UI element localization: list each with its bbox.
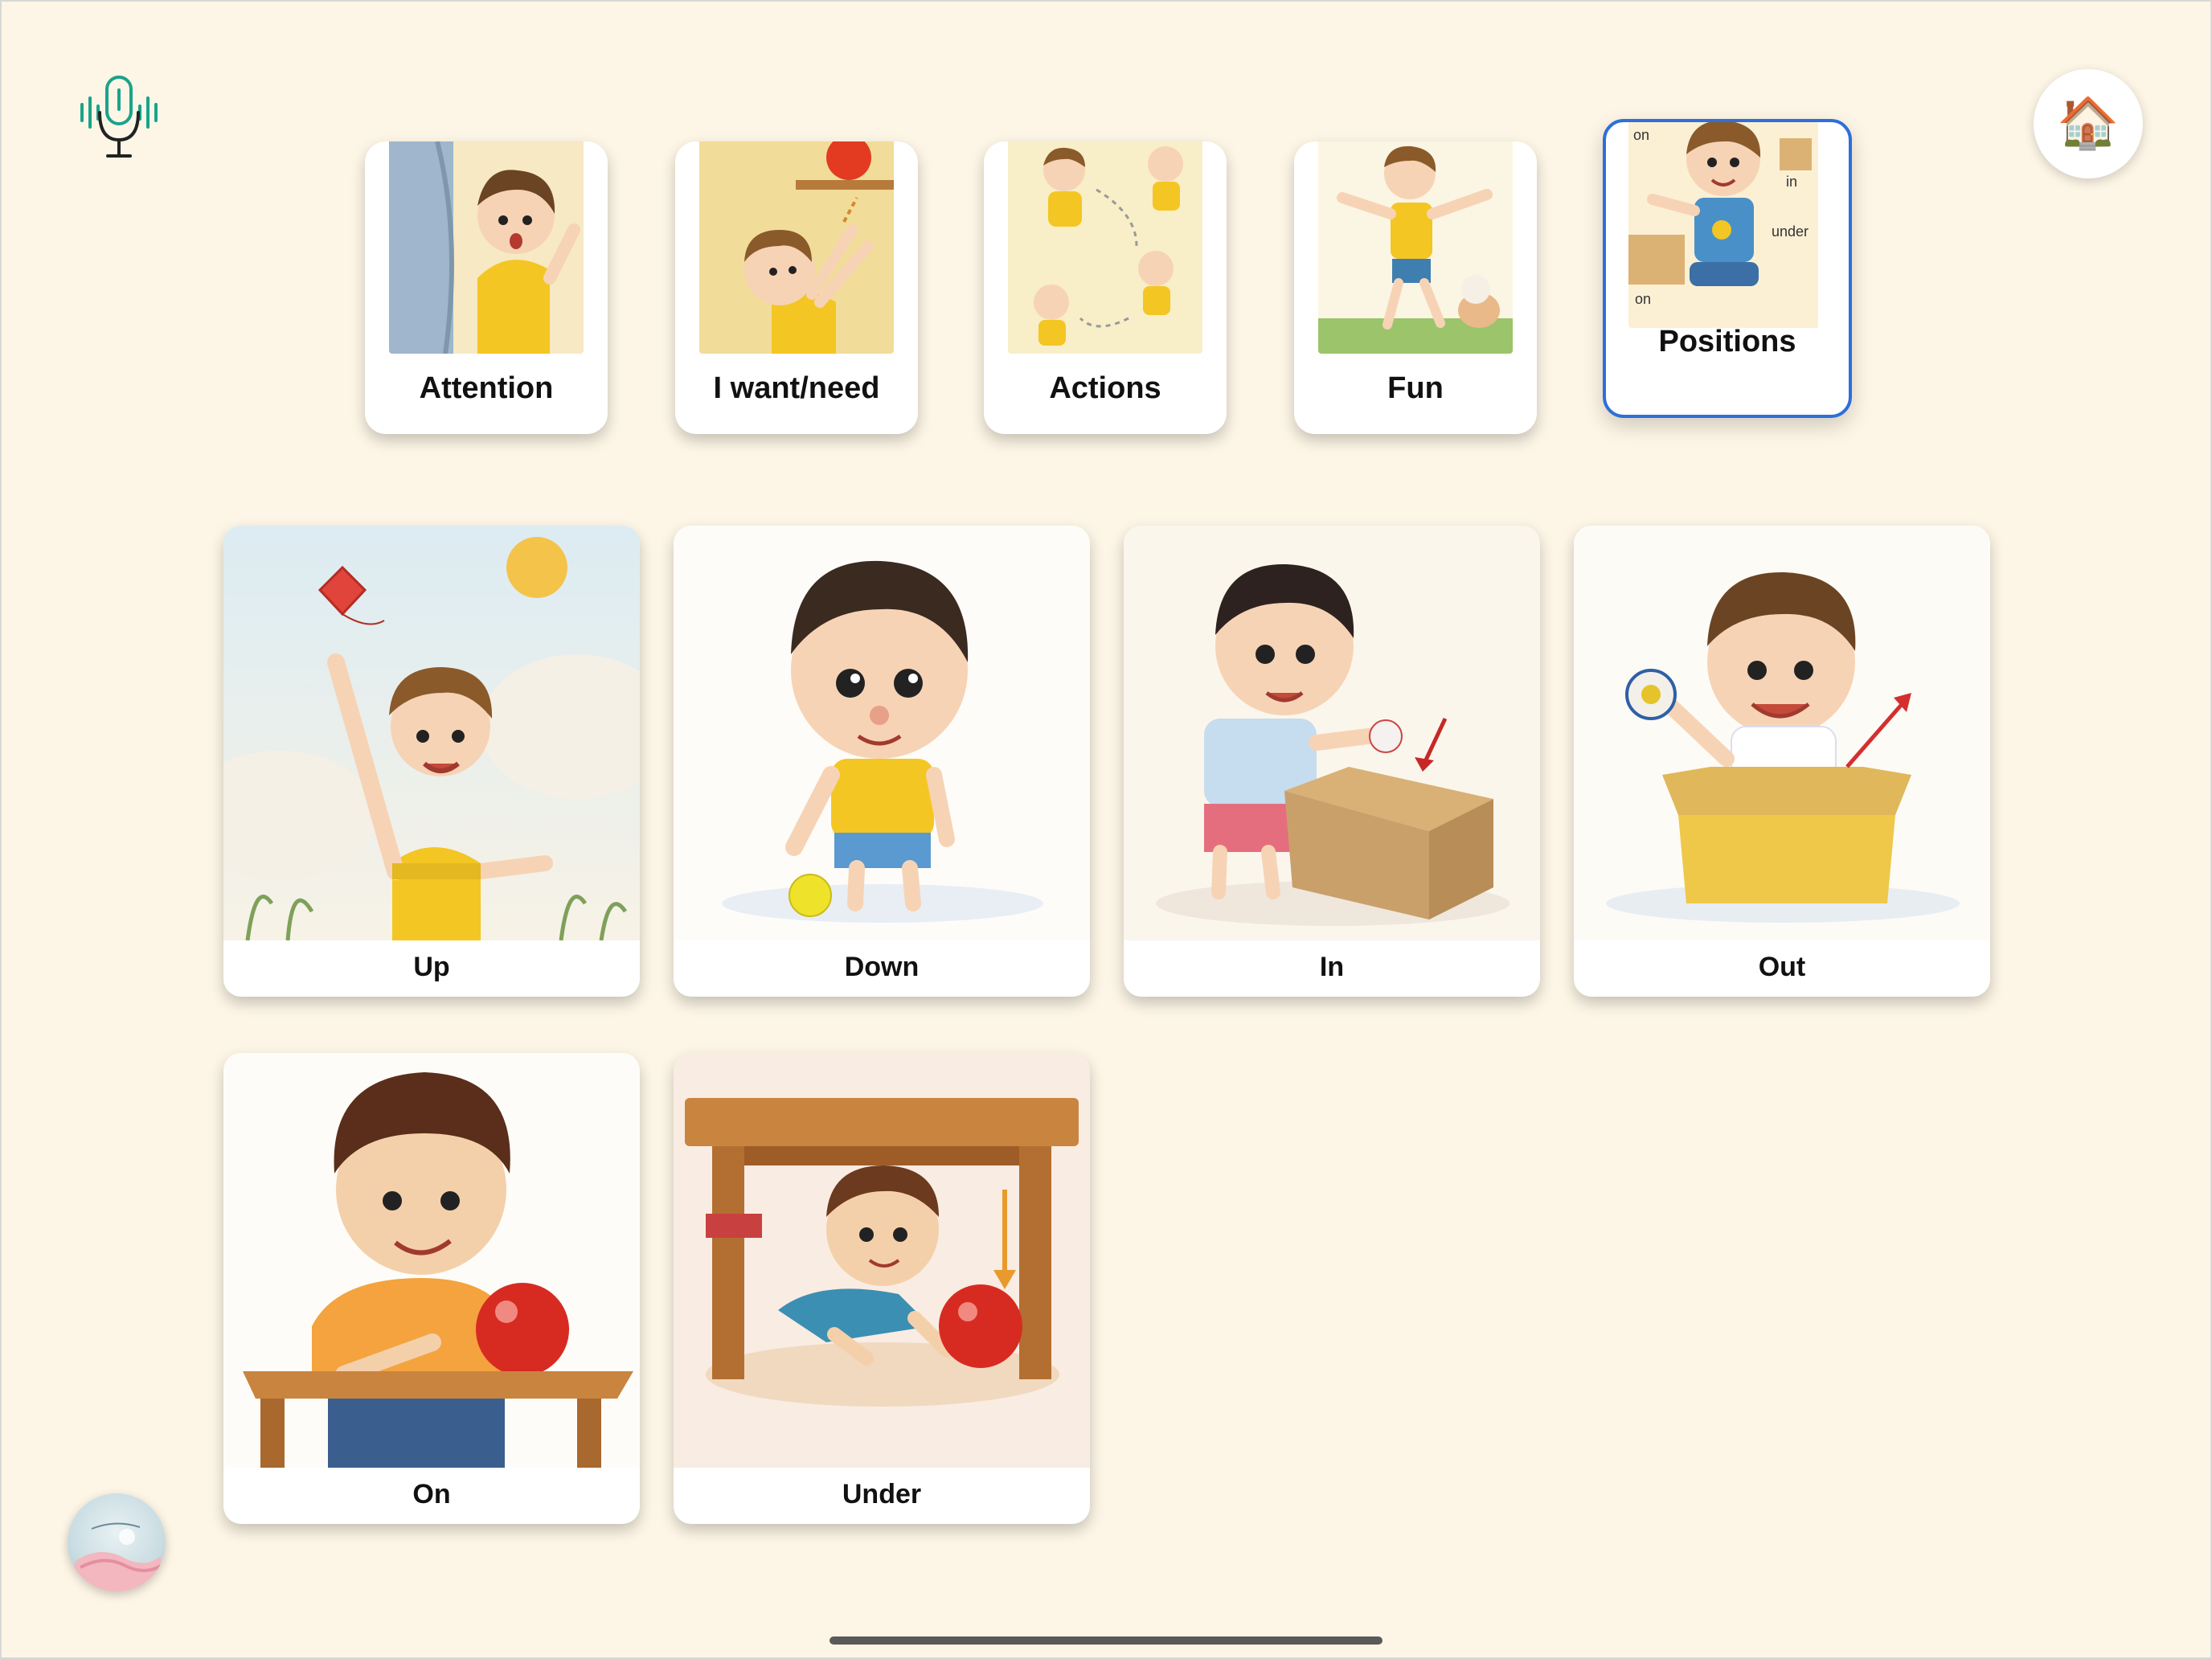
category-label: I want/need xyxy=(713,371,880,405)
word-label: Out xyxy=(1758,952,1806,982)
home-icon: 🏠 xyxy=(2057,96,2120,151)
positions-image-text: on xyxy=(1635,291,1651,307)
under-illustration xyxy=(674,1053,1090,1468)
category-label: Fun xyxy=(1387,371,1444,405)
category-label: Actions xyxy=(1049,371,1161,405)
category-actions[interactable]: Actions xyxy=(984,141,1227,434)
on-illustration xyxy=(223,1053,640,1468)
category-i-want-need[interactable]: I want/need xyxy=(675,141,918,434)
attention-illustration xyxy=(389,141,584,354)
app-logo[interactable] xyxy=(68,1493,166,1591)
word-card-under[interactable]: Under xyxy=(674,1053,1090,1524)
down-illustration xyxy=(674,526,1090,940)
category-positions[interactable]: on in under on Positions xyxy=(1603,119,1852,418)
positions-image-text: in xyxy=(1786,174,1797,190)
in-illustration xyxy=(1124,526,1540,940)
logo-icon xyxy=(68,1522,162,1591)
up-illustration xyxy=(223,526,640,940)
microphone-icon xyxy=(80,76,158,158)
home-indicator xyxy=(830,1636,1382,1645)
category-label: Positions xyxy=(1658,325,1796,358)
positions-illustration: on in under on xyxy=(1628,122,1823,328)
category-label: Attention xyxy=(419,371,554,405)
word-card-out[interactable]: Out xyxy=(1574,526,1990,997)
word-label: Down xyxy=(844,952,920,982)
word-card-down[interactable]: Down xyxy=(674,526,1090,997)
word-card-on[interactable]: On xyxy=(223,1053,640,1524)
positions-image-text: on xyxy=(1633,127,1649,143)
category-attention[interactable]: Attention xyxy=(365,141,608,434)
positions-image-text: under xyxy=(1772,223,1809,240)
word-label: Under xyxy=(842,1479,922,1509)
category-fun[interactable]: Fun xyxy=(1294,141,1537,434)
microphone-button[interactable] xyxy=(71,71,167,167)
actions-illustration xyxy=(1008,141,1202,354)
word-label: In xyxy=(1319,952,1345,982)
home-button[interactable]: 🏠 xyxy=(2034,69,2143,178)
word-label: On xyxy=(412,1479,451,1509)
word-card-in[interactable]: In xyxy=(1124,526,1540,997)
word-label: Up xyxy=(413,952,450,982)
word-card-up[interactable]: Up xyxy=(223,526,640,997)
i-want-need-illustration xyxy=(699,141,894,354)
out-illustration xyxy=(1574,526,1990,940)
fun-illustration xyxy=(1318,141,1513,354)
